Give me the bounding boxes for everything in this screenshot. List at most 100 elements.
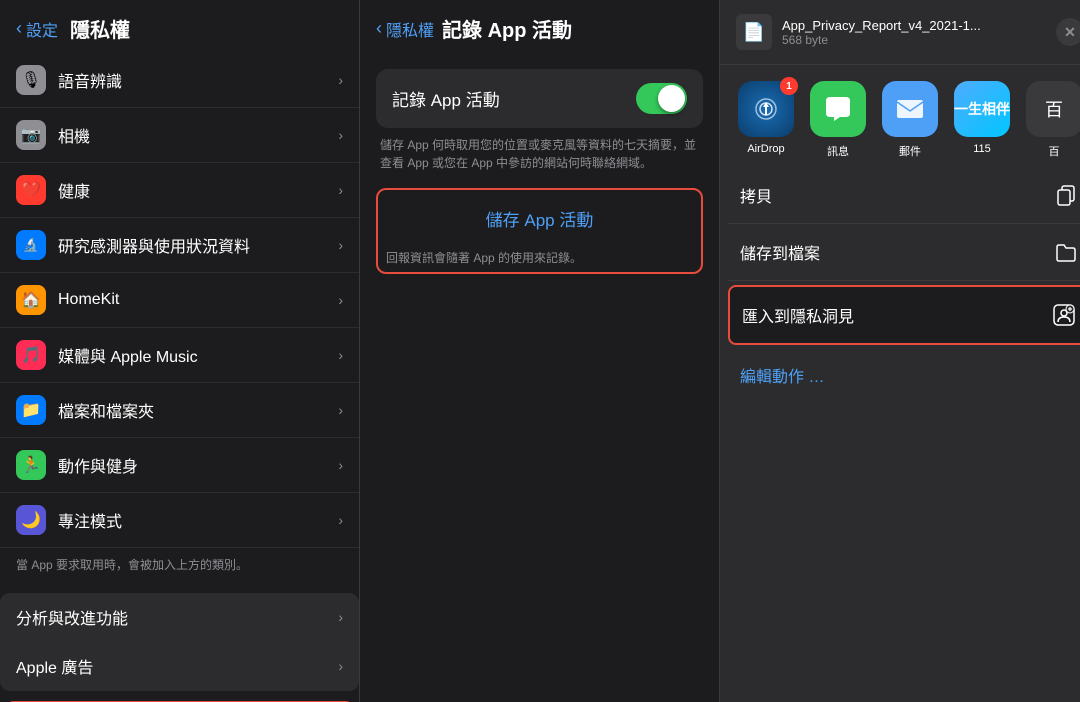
chevron-media: › bbox=[338, 347, 343, 363]
nav-item-analytics[interactable]: 分析與改進功能 › bbox=[0, 593, 359, 642]
nav-label-research: 研究感測器與使用狀況資料 bbox=[58, 233, 338, 257]
nav-item-motion[interactable]: 🏃 動作與健身 › bbox=[0, 438, 359, 493]
middle-title: 記錄 App 活動 bbox=[442, 14, 572, 43]
airdrop-label: AirDrop bbox=[747, 143, 784, 155]
nav-item-files[interactable]: 📁 檔案和檔案夾 › bbox=[0, 383, 359, 438]
airdrop-badge: 1 bbox=[780, 77, 798, 95]
chevron-research: › bbox=[338, 237, 343, 253]
files-icon: 📁 bbox=[16, 395, 46, 425]
nav-item-health[interactable]: ❤️ 健康 › bbox=[0, 163, 359, 218]
nav-item-focus[interactable]: 🌙 專注模式 › bbox=[0, 493, 359, 548]
save-description: 回報資訊會隨著 App 的使用來記錄。 bbox=[382, 243, 697, 268]
nav-label-camera: 相機 bbox=[58, 123, 338, 147]
nav-label-motion: 動作與健身 bbox=[58, 453, 338, 477]
share-app-extra[interactable]: 百 百 bbox=[1024, 81, 1080, 159]
research-icon: 🔬 bbox=[16, 230, 46, 260]
chevron-homekit: › bbox=[338, 292, 343, 308]
back-button[interactable]: ‹ 設定 bbox=[16, 17, 58, 41]
chevron-voice: › bbox=[338, 72, 343, 88]
left-header: ‹ 設定 隱私權 bbox=[0, 0, 359, 53]
middle-back-chevron-icon: ‹ bbox=[376, 18, 382, 39]
camera-icon: 📷 bbox=[16, 120, 46, 150]
toggle-description: 儲存 App 何時取用您的位置或麥克風等資料的七天摘要，並查看 App 或您在 … bbox=[376, 136, 703, 172]
chevron-focus: › bbox=[338, 512, 343, 528]
left-panel: ‹ 設定 隱私權 🎙 語音辨識 › 📷 相機 › ❤️ 健康 › 🔬 研究感測器… bbox=[0, 0, 360, 702]
close-button[interactable]: ✕ bbox=[1056, 18, 1080, 46]
middle-content: 記錄 App 活動 儲存 App 何時取用您的位置或麥克風等資料的七天摘要，並查… bbox=[360, 53, 719, 290]
motion-icon: 🏃 bbox=[16, 450, 46, 480]
nav-item-camera[interactable]: 📷 相機 › bbox=[0, 108, 359, 163]
toggle-row[interactable]: 記錄 App 活動 bbox=[376, 69, 703, 128]
file-info: 📄 App_Privacy_Report_v4_2021-1... 568 by… bbox=[736, 14, 981, 50]
middle-header: ‹ 隱私權 記錄 App 活動 bbox=[360, 0, 719, 53]
file-name: App_Privacy_Report_v4_2021-1... bbox=[782, 18, 981, 33]
nav-item-voice[interactable]: 🎙 語音辨識 › bbox=[0, 53, 359, 108]
focus-icon: 🌙 bbox=[16, 505, 46, 535]
mail-label: 郵件 bbox=[899, 143, 921, 159]
app115-app-icon: 一生相伴 bbox=[954, 81, 1010, 137]
nav-item-ads[interactable]: Apple 廣告 › bbox=[0, 642, 359, 691]
chevron-ads: › bbox=[338, 658, 343, 674]
homekit-icon: 🏠 bbox=[16, 285, 46, 315]
chevron-motion: › bbox=[338, 457, 343, 473]
right-panel: 📄 App_Privacy_Report_v4_2021-1... 568 by… bbox=[720, 0, 1080, 702]
messages-app-icon bbox=[810, 81, 866, 137]
chevron-files: › bbox=[338, 402, 343, 418]
share-app-airdrop[interactable]: 1 AirDrop bbox=[736, 81, 796, 159]
media-icon: 🎵 bbox=[16, 340, 46, 370]
back-label: 設定 bbox=[26, 17, 58, 41]
chevron-health: › bbox=[338, 182, 343, 198]
app115-label: 115 bbox=[973, 143, 991, 155]
nav-item-media[interactable]: 🎵 媒體與 Apple Music › bbox=[0, 328, 359, 383]
toggle-switch[interactable] bbox=[636, 83, 687, 114]
nav-section: 分析與改進功能 › Apple 廣告 › bbox=[0, 593, 359, 691]
messages-label: 訊息 bbox=[827, 143, 849, 159]
file-type-icon: 📄 bbox=[736, 14, 772, 50]
action-copy[interactable]: 拷貝 bbox=[728, 167, 1080, 224]
file-details: App_Privacy_Report_v4_2021-1... 568 byte bbox=[782, 18, 981, 47]
toggle-section: 記錄 App 活動 儲存 App 何時取用您的位置或麥克風等資料的七天摘要，並查… bbox=[376, 69, 703, 172]
share-actions: 拷貝 儲存到檔案 匯入到隱私洞見 bbox=[720, 167, 1080, 401]
nav-list: 🎙 語音辨識 › 📷 相機 › ❤️ 健康 › 🔬 研究感測器與使用狀況資料 ›… bbox=[0, 53, 359, 702]
back-chevron-icon: ‹ bbox=[16, 18, 22, 39]
action-save-files[interactable]: 儲存到檔案 bbox=[728, 224, 1080, 281]
extra-label: 百 bbox=[1049, 143, 1060, 159]
action-save-files-label: 儲存到檔案 bbox=[740, 240, 820, 264]
action-copy-label: 拷貝 bbox=[740, 183, 772, 207]
save-files-icon bbox=[1052, 238, 1080, 266]
action-import-privacy[interactable]: 匯入到隱私洞見 bbox=[728, 285, 1080, 345]
file-size: 568 byte bbox=[782, 33, 981, 47]
save-button-container: 儲存 App 活動 回報資訊會隨著 App 的使用來記錄。 bbox=[376, 188, 703, 274]
nav-label-focus: 專注模式 bbox=[58, 508, 338, 532]
import-privacy-icon bbox=[1050, 301, 1078, 329]
nav-label-voice: 語音辨識 bbox=[58, 68, 338, 92]
share-app-115[interactable]: 一生相伴 115 bbox=[952, 81, 1012, 159]
share-app-messages[interactable]: 訊息 bbox=[808, 81, 868, 159]
middle-panel: ‹ 隱私權 記錄 App 活動 記錄 App 活動 儲存 App 何時取用您的位… bbox=[360, 0, 720, 702]
toggle-label: 記錄 App 活動 bbox=[392, 86, 500, 111]
nav-item-homekit[interactable]: 🏠 HomeKit › bbox=[0, 273, 359, 328]
share-app-mail[interactable]: 郵件 bbox=[880, 81, 940, 159]
voice-icon: 🎙 bbox=[16, 65, 46, 95]
share-header: 📄 App_Privacy_Report_v4_2021-1... 568 by… bbox=[720, 0, 1080, 65]
middle-back-button[interactable]: ‹ 隱私權 bbox=[376, 17, 434, 41]
health-icon: ❤️ bbox=[16, 175, 46, 205]
middle-back-label: 隱私權 bbox=[386, 17, 434, 41]
nav-item-research[interactable]: 🔬 研究感測器與使用狀況資料 › bbox=[0, 218, 359, 273]
nav-label-analytics: 分析與改進功能 bbox=[16, 605, 338, 629]
nav-label-ads: Apple 廣告 bbox=[16, 654, 338, 678]
airdrop-app-icon: 1 bbox=[738, 81, 794, 137]
left-title: 隱私權 bbox=[70, 14, 130, 43]
nav-label-homekit: HomeKit bbox=[58, 291, 338, 309]
save-app-activity-button[interactable]: 儲存 App 活動 bbox=[382, 194, 697, 243]
action-import-privacy-label: 匯入到隱私洞見 bbox=[742, 303, 854, 327]
extra-app-icon: 百 bbox=[1026, 81, 1080, 137]
nav-label-files: 檔案和檔案夾 bbox=[58, 398, 338, 422]
edit-actions[interactable]: 編輯動作 … bbox=[728, 349, 1080, 401]
chevron-camera: › bbox=[338, 127, 343, 143]
nav-label-media: 媒體與 Apple Music bbox=[58, 343, 338, 367]
chevron-analytics: › bbox=[338, 609, 343, 625]
mail-app-icon bbox=[882, 81, 938, 137]
share-apps-row: 1 AirDrop 訊息 郵件 一生 bbox=[720, 65, 1080, 167]
nav-label-health: 健康 bbox=[58, 178, 338, 202]
